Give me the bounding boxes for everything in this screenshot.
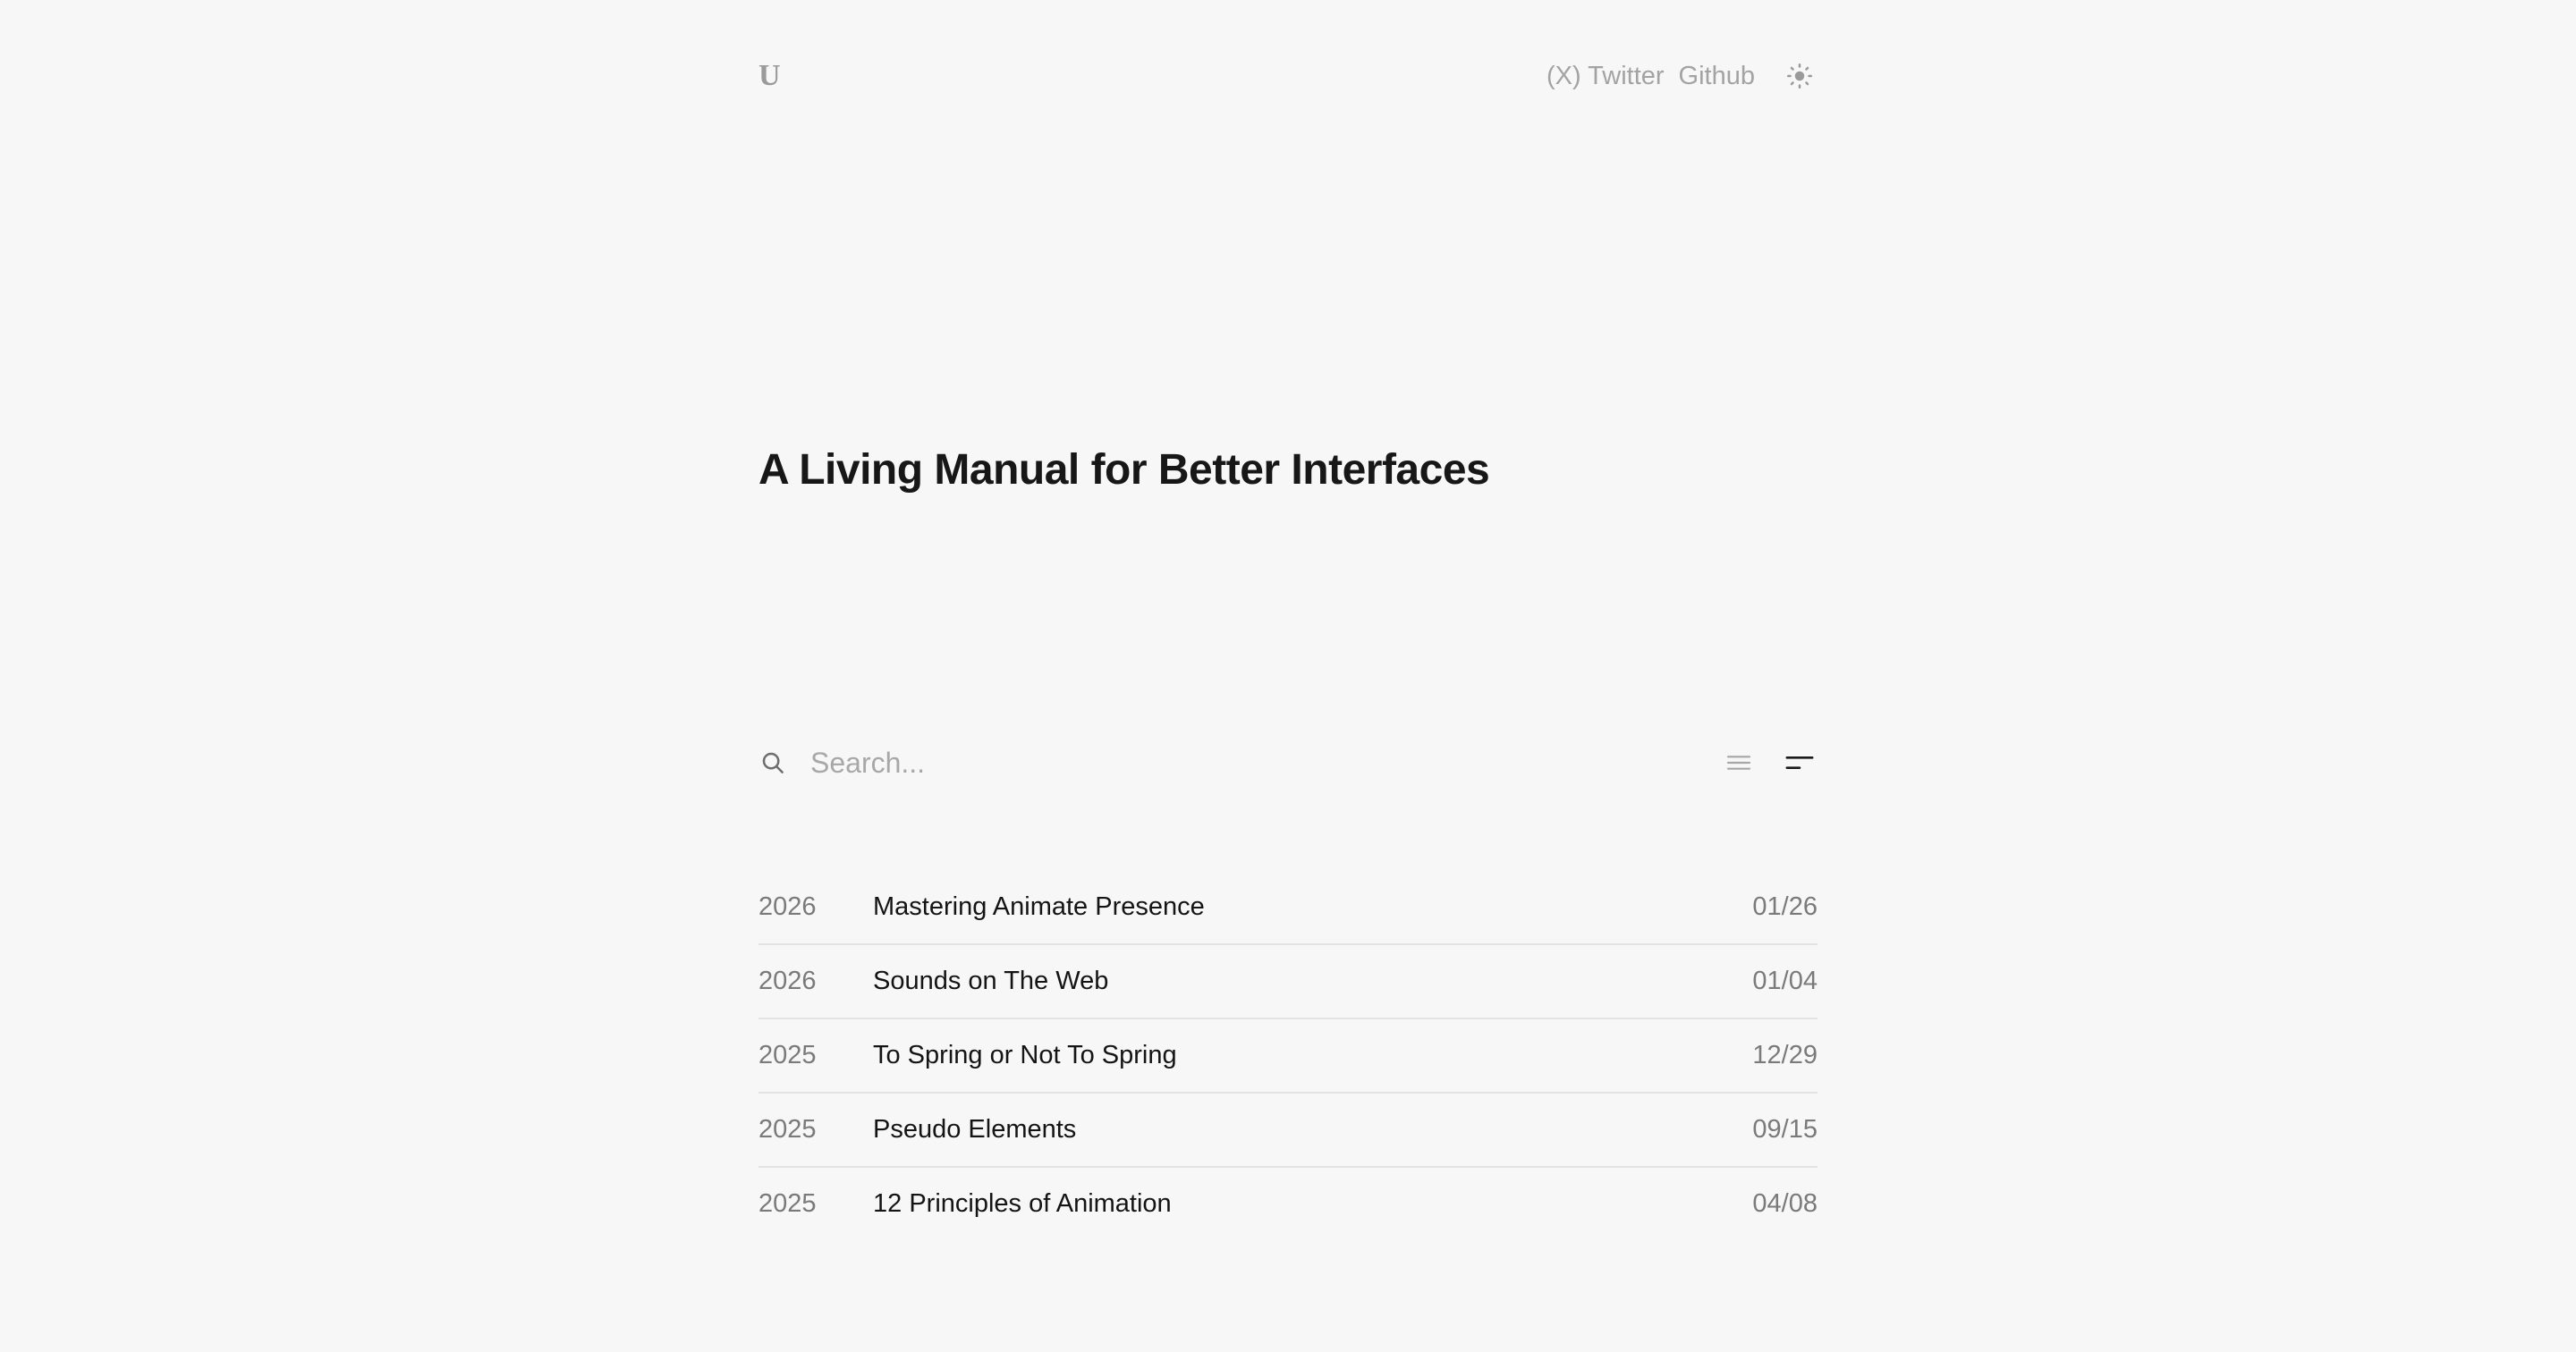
- post-title: Sounds on The Web: [873, 967, 1109, 995]
- search-icon: [758, 748, 787, 777]
- post-year: 2026: [758, 892, 817, 921]
- post-year: 2026: [758, 967, 817, 995]
- twitter-link[interactable]: (X) Twitter: [1546, 62, 1665, 91]
- github-link[interactable]: Github: [1679, 62, 1755, 91]
- list-item[interactable]: 2026 Sounds on The Web 01/04: [758, 945, 1818, 1019]
- post-year: 2025: [758, 1041, 817, 1069]
- list-view-icon: [1726, 756, 1751, 770]
- post-title: To Spring or Not To Spring: [873, 1041, 1177, 1069]
- list-item[interactable]: 2025 12 Principles of Animation 04/08: [758, 1168, 1818, 1240]
- theme-toggle-button[interactable]: [1782, 58, 1818, 94]
- search-bar: [758, 733, 1818, 792]
- post-year: 2025: [758, 1189, 817, 1218]
- page-title: A Living Manual for Better Interfaces: [758, 446, 1490, 494]
- compact-view-button[interactable]: [1782, 745, 1818, 781]
- search-input[interactable]: [810, 743, 1696, 782]
- list-item[interactable]: 2026 Mastering Animate Presence 01/26: [758, 871, 1818, 945]
- post-title: Mastering Animate Presence: [873, 892, 1205, 921]
- page: U (X) Twitter Github A Living Manual for…: [0, 0, 2576, 1352]
- post-year: 2025: [758, 1115, 817, 1144]
- post-title: Pseudo Elements: [873, 1115, 1077, 1144]
- site-header: U (X) Twitter Github: [758, 46, 1818, 106]
- list-item[interactable]: 2025 Pseudo Elements 09/15: [758, 1094, 1818, 1168]
- site-logo[interactable]: U: [758, 61, 781, 91]
- list-item[interactable]: 2025 To Spring or Not To Spring 12/29: [758, 1019, 1818, 1094]
- post-date: 12/29: [1752, 1041, 1818, 1069]
- post-date: 01/04: [1752, 967, 1818, 995]
- sun-icon: [1786, 63, 1813, 89]
- list-view-button[interactable]: [1721, 745, 1757, 781]
- post-date: 04/08: [1752, 1189, 1818, 1218]
- post-list: 2026 Mastering Animate Presence 01/26 20…: [758, 871, 1818, 1240]
- post-title: 12 Principles of Animation: [873, 1189, 1172, 1218]
- compact-view-icon: [1785, 756, 1814, 769]
- header-nav: (X) Twitter Github: [1532, 58, 1818, 94]
- post-date: 09/15: [1752, 1115, 1818, 1144]
- post-date: 01/26: [1752, 892, 1818, 921]
